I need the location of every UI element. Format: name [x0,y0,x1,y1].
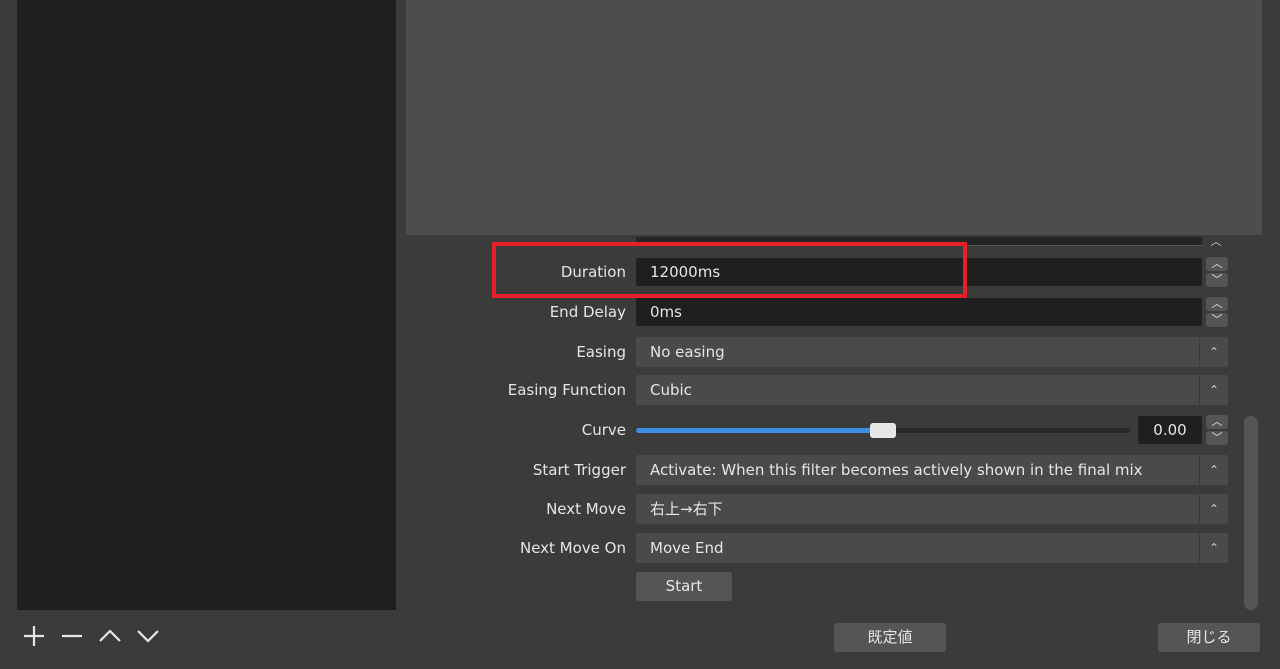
sources-list-panel[interactable] [17,0,396,610]
curve-slider-handle[interactable] [870,423,896,438]
end-delay-input[interactable]: 0ms [636,298,1202,326]
easing-function-label: Easing Function [507,381,626,399]
clipped-field[interactable] [636,237,1202,246]
chevron-up-icon[interactable]: ︿ [1206,257,1228,271]
up-down-arrows-icon: ⌃ [1199,375,1228,405]
easing-function-select[interactable]: Cubic ⌃ [636,375,1228,405]
end-delay-spinner[interactable]: ︿ ﹀ [1206,297,1228,327]
next-move-value: 右上→右下 [650,500,723,518]
easing-select[interactable]: No easing ⌃ [636,337,1228,367]
next-move-row: Next Move 右上→右下 ⌃ [406,494,1262,524]
chevron-up-icon[interactable]: ︿ [1206,415,1228,429]
next-move-on-label: Next Move On [519,539,626,557]
end-delay-label: End Delay [549,303,626,321]
easing-function-row: Easing Function Cubic ⌃ [406,375,1262,405]
curve-row: Curve 0.00 ︿ ﹀ [406,415,1262,445]
move-down-icon[interactable] [134,622,162,650]
next-move-on-row: Next Move On Move End ⌃ [406,533,1262,563]
next-move-select[interactable]: 右上→右下 ⌃ [636,494,1228,524]
curve-slider-fill [636,428,883,433]
move-up-icon[interactable] [96,622,124,650]
start-button[interactable]: Start [636,572,732,601]
curve-spinner[interactable]: ︿ ﹀ [1206,415,1228,445]
start-trigger-label: Start Trigger [532,461,626,479]
chevron-up-icon[interactable]: ︿ [1205,236,1227,247]
duration-spinner[interactable]: ︿ ﹀ [1206,257,1228,287]
curve-slider[interactable] [636,423,1130,438]
duration-label: Duration [560,263,626,281]
duration-row: Duration 12000ms ︿ ﹀ [406,257,1262,287]
up-down-arrows-icon: ⌃ [1199,337,1228,367]
up-down-arrows-icon: ⌃ [1199,494,1228,524]
end-delay-row: End Delay 0ms ︿ ﹀ [406,297,1262,327]
remove-icon[interactable] [58,622,86,650]
chevron-down-icon[interactable]: ﹀ [1206,431,1228,445]
next-move-on-value: Move End [650,539,724,557]
add-icon[interactable] [20,622,48,650]
next-move-on-select[interactable]: Move End ⌃ [636,533,1228,563]
chevron-up-icon[interactable]: ︿ [1206,297,1228,311]
easing-row: Easing No easing ⌃ [406,337,1262,367]
chevron-down-icon[interactable]: ﹀ [1206,313,1228,327]
up-down-arrows-icon: ⌃ [1199,455,1228,485]
curve-value-input[interactable]: 0.00 [1138,416,1202,444]
start-trigger-select[interactable]: Activate: When this filter becomes activ… [636,455,1228,485]
curve-label: Curve [581,421,626,439]
duration-input[interactable]: 12000ms [636,258,1202,286]
properties-scrollbar[interactable] [1244,416,1258,610]
start-trigger-row: Start Trigger Activate: When this filter… [406,455,1262,485]
easing-label: Easing [576,343,626,361]
close-button[interactable]: 閉じる [1158,623,1260,652]
filter-preview-area [406,0,1262,235]
easing-function-value: Cubic [650,381,692,399]
defaults-button[interactable]: 既定値 [834,623,946,652]
up-down-arrows-icon: ⌃ [1199,533,1228,563]
start-trigger-value: Activate: When this filter becomes activ… [650,461,1143,479]
chevron-down-icon[interactable]: ﹀ [1206,273,1228,287]
easing-value: No easing [650,343,725,361]
next-move-label: Next Move [546,500,626,518]
